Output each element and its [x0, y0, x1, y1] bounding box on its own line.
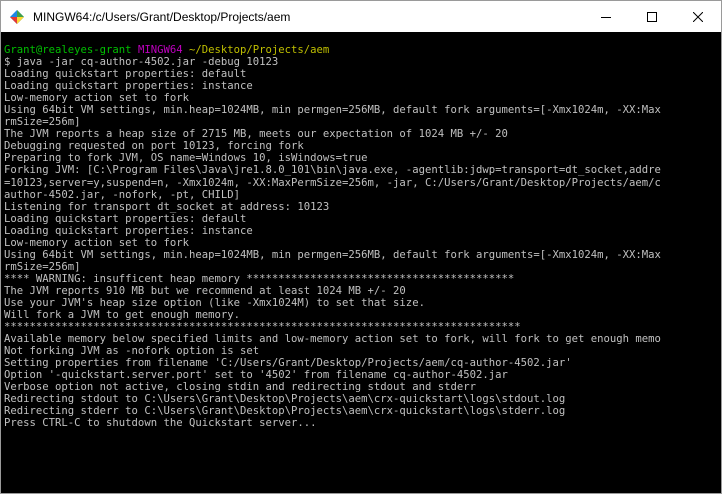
- output-line: Option '-quickstart.server.port' set to …: [4, 369, 508, 382]
- output-line: author-4502.jar, -nofork, -pt, CHILD]: [4, 188, 240, 201]
- output-line: Available memory below specified limits …: [4, 333, 661, 346]
- maximize-icon: [647, 11, 657, 22]
- output-line: Redirecting stdout to C:\Users\Grant\Des…: [4, 393, 566, 406]
- minimize-icon: [601, 16, 611, 18]
- output-line: rmSize=256m]: [4, 116, 81, 129]
- terminal-window: MINGW64:/c/Users/Grant/Desktop/Projects/…: [0, 0, 722, 494]
- output-line: Preparing to fork JVM, OS name=Windows 1…: [4, 152, 368, 165]
- output-line: Use your JVM's heap size option (like -X…: [4, 296, 425, 309]
- output-line: **** WARNING: insufficent heap memory **…: [4, 272, 515, 285]
- output-line: Verbose option not active, closing stdin…: [4, 381, 476, 394]
- output-line: Press CTRL-C to shutdown the Quickstart …: [4, 417, 317, 430]
- output-line: The JVM reports 910 MB but we recommend …: [4, 284, 406, 297]
- output-line: Setting properties from filename 'C:/Use…: [4, 357, 572, 370]
- mingw-app-icon: [10, 9, 24, 24]
- output-line: The JVM reports a heap size of 2715 MB, …: [4, 128, 508, 141]
- window-controls: [583, 1, 721, 32]
- output-line: Using 64bit VM settings, min.heap=1024MB…: [4, 104, 661, 117]
- output-line: Forking JVM: [C:\Program Files\Java\jre1…: [4, 164, 661, 177]
- window-title: MINGW64:/c/Users/Grant/Desktop/Projects/…: [33, 9, 291, 24]
- output-line: ****************************************…: [4, 321, 521, 334]
- scrollbar-thumb[interactable]: [711, 32, 719, 493]
- output-line: Loading quickstart properties: instance: [4, 224, 253, 237]
- vertical-scrollbar[interactable]: [708, 32, 721, 493]
- minimize-button[interactable]: [583, 1, 629, 32]
- terminal-output[interactable]: Grant@realeyes-grant MINGW64 ~/Desktop/P…: [1, 32, 708, 493]
- prompt-line: Grant@realeyes-grant MINGW64 ~/Desktop/P…: [4, 44, 708, 56]
- prompt-user: Grant@realeyes-grant: [4, 44, 132, 56]
- close-button[interactable]: [675, 1, 721, 32]
- output-line: Using 64bit VM settings, min.heap=1024MB…: [4, 248, 661, 261]
- output-line: Listening for transport dt_socket at add…: [4, 200, 330, 213]
- output-line: Loading quickstart properties: default: [4, 68, 247, 81]
- output-line: Will fork a JVM to get enough memory.: [4, 309, 240, 322]
- output-line: rmSize=256m]: [4, 260, 81, 273]
- output-line: =10123,server=y,suspend=n, -Xmx1024m, -X…: [4, 176, 661, 189]
- output-line: Not forking JVM as -nofork option is set: [4, 345, 260, 358]
- output-line: Loading quickstart properties: instance: [4, 80, 253, 93]
- prompt-system: MINGW64: [137, 44, 183, 56]
- maximize-button[interactable]: [629, 1, 675, 32]
- output-line: Loading quickstart properties: default: [4, 212, 247, 225]
- close-icon: [693, 11, 703, 22]
- output-line: Low-memory action set to fork: [4, 236, 189, 249]
- output-line: Low-memory action set to fork: [4, 92, 189, 105]
- prompt-path: ~/Desktop/Projects/aem: [189, 44, 330, 56]
- title-bar[interactable]: MINGW64:/c/Users/Grant/Desktop/Projects/…: [1, 1, 721, 32]
- output-line: Debugging requested on port 10123, forci…: [4, 140, 304, 153]
- output-line: Redirecting stderr to C:\Users\Grant\Des…: [4, 405, 566, 418]
- output-line: $ java -jar cq-author-4502.jar -debug 10…: [4, 56, 279, 69]
